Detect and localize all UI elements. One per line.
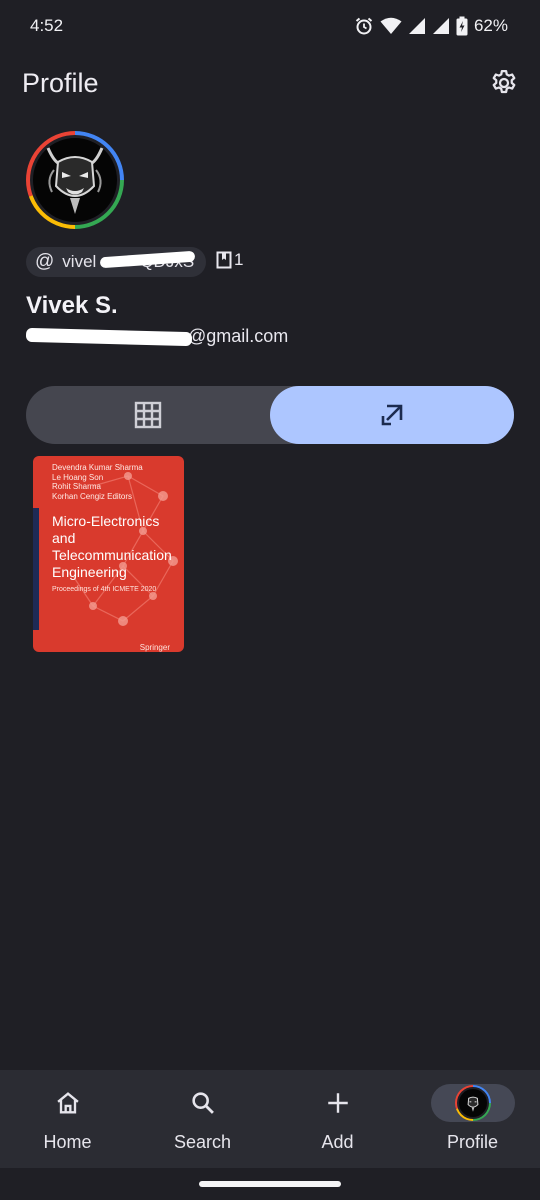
view-toggle	[26, 386, 514, 444]
demon-mask-icon	[46, 147, 104, 214]
home-icon	[56, 1092, 79, 1114]
book-editors: Devendra Kumar Sharma Le Hoang Son Rohit…	[52, 463, 143, 501]
settings-button[interactable]	[486, 65, 522, 101]
nav-add-icon-wrap	[296, 1084, 380, 1122]
book-card[interactable]: Devendra Kumar Sharma Le Hoang Son Rohit…	[33, 456, 184, 652]
nav-home-label: Home	[43, 1132, 92, 1152]
grid-icon	[134, 401, 162, 429]
book-icon	[216, 251, 232, 269]
book-publisher: Springer	[139, 643, 170, 652]
recommend-view-tab[interactable]	[270, 386, 514, 444]
book-spine-band	[33, 508, 39, 630]
nav-profile-icon-wrap	[430, 1084, 515, 1122]
book-editor: Devendra Kumar Sharma	[52, 463, 143, 472]
battery-percent: 62%	[473, 16, 508, 35]
books-count-value: 1	[234, 250, 244, 269]
book-editor: Korhan Cengiz Editors	[52, 491, 133, 501]
alarm-icon	[355, 17, 373, 35]
avatar	[454, 1085, 491, 1121]
status-bar: 4:52 62%	[0, 0, 540, 52]
gesture-bar[interactable]	[199, 1181, 341, 1187]
signal-icon-2	[432, 18, 449, 34]
book-editor: Rohit Sharma	[52, 482, 101, 491]
plus-icon	[327, 1093, 348, 1113]
nav-profile-label: Profile	[446, 1132, 499, 1152]
gear-icon	[492, 70, 516, 94]
profile-avatar[interactable]	[26, 131, 124, 229]
email-domain: @gmail.com	[188, 326, 289, 346]
book-editor: Le Hoang Son	[52, 472, 104, 482]
avatar-image	[30, 135, 120, 225]
at-icon: @	[35, 251, 55, 272]
app-header: Profile	[0, 60, 540, 106]
username-visible: vivel	[62, 252, 97, 271]
status-icons: 62%	[354, 16, 508, 36]
grid-view-tab[interactable]	[26, 386, 270, 444]
wifi-icon	[380, 17, 402, 34]
book-title: Micro-Electronics and Telecommunication …	[52, 513, 172, 580]
nav-home-icon-wrap	[26, 1084, 110, 1122]
nav-profile[interactable]: Profile	[405, 1070, 540, 1168]
signal-icon	[408, 18, 425, 34]
nav-search-icon-wrap	[161, 1084, 245, 1122]
bottom-navigation: Home Search Add Profile	[0, 1070, 540, 1168]
page-title: Profile	[22, 67, 99, 98]
nav-search[interactable]: Search	[135, 1070, 270, 1168]
mini-avatar-image	[456, 1087, 489, 1119]
nav-home[interactable]: Home	[0, 1070, 135, 1168]
nav-add-label: Add	[321, 1132, 354, 1152]
nav-search-label: Search	[173, 1132, 232, 1152]
display-name: Vivek S.	[26, 292, 118, 319]
demon-mask-icon	[467, 1096, 478, 1112]
status-time: 4:52	[30, 16, 64, 35]
books-count: 1	[216, 250, 243, 270]
search-icon	[191, 1092, 214, 1114]
book-subtitle: Proceedings of 4th ICMETE 2020	[52, 586, 157, 593]
arrow-icon	[381, 404, 403, 426]
battery-icon	[456, 16, 468, 36]
nav-add[interactable]: Add	[270, 1070, 405, 1168]
